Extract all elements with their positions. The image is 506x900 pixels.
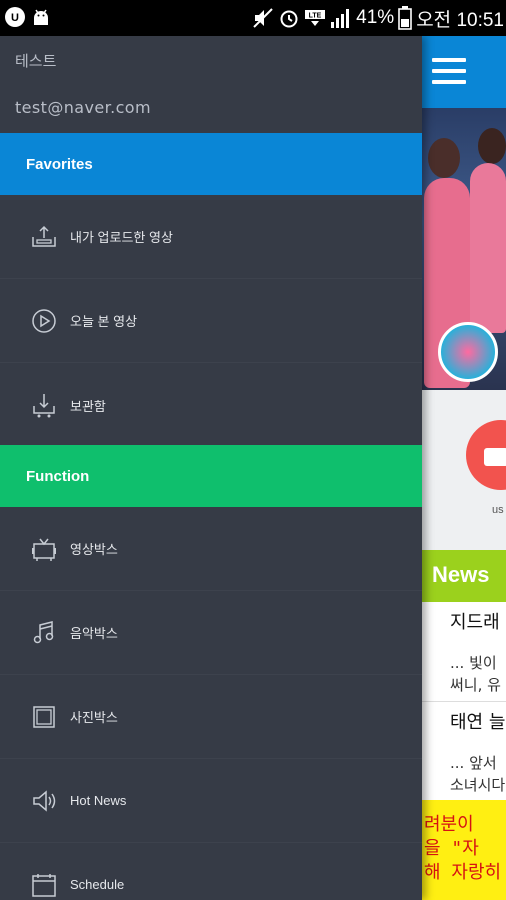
news-item[interactable]: 지드래 ... 빛이 써니, 유 [422,602,506,702]
app-toolbar [422,36,506,108]
banner-badge [438,322,498,382]
news-header: News [422,550,506,602]
section-function: Function [0,445,422,507]
menu-item-watched-today[interactable]: 오늘 본 영상 [0,279,422,363]
promo-line: 려분이 [424,814,474,835]
calendar-icon [30,871,58,899]
news-item-snippet: ... 앞서 [450,754,497,772]
banner-image[interactable] [422,108,506,390]
section-title: Favorites [26,155,93,173]
promo-line: 해 자랑히 [424,862,502,883]
play-circle-icon [30,307,58,335]
section-favorites: Favorites [0,133,422,195]
speaker-icon [30,787,58,815]
menu-item-label: Schedule [70,877,125,892]
menu-item-label: 영상박스 [70,542,118,557]
battery-percent: 41% [356,7,395,28]
svg-text:LTE: LTE [309,13,322,20]
menu-item-hot-news[interactable]: Hot News [0,759,422,843]
upload-icon [30,223,58,251]
menu-item-label: 사진박스 [70,710,118,725]
menu-item-label: 음악박스 [70,626,118,641]
menu-item-music-box[interactable]: 음악박스 [0,591,422,675]
news-item-snippet: 소녀시다 [450,776,506,794]
camera-section: us [422,390,506,550]
menu-item-label: Hot News [70,793,127,808]
news-item-title: 태연 늘 [450,712,506,733]
svg-text:U: U [11,12,19,24]
news-title: News [432,562,490,587]
menu-icon[interactable] [432,58,466,86]
alarm-icon [280,10,298,28]
menu-item-video-box[interactable]: 영상박스 [0,507,422,591]
menu-item-label: 보관함 [70,398,106,414]
section-title: Function [26,467,90,485]
news-item-title: 지드래 [450,612,500,633]
user-name: 테스트 [15,52,57,70]
user-email: test@naver.com [15,98,151,117]
status-bar: U LTE 41% 오전 10:51 [0,0,506,36]
promo-box[interactable]: 려분이 을 "자 해 자랑히 [422,800,506,900]
battery-icon [398,6,413,30]
menu-item-label: 오늘 본 영상 [70,314,138,329]
background-app: us News 지드래 ... 빛이 써니, 유 태연 늘 ... 앞서 소녀시… [422,36,506,900]
signal-icon [331,9,350,28]
menu-item-storage[interactable]: 보관함 [0,363,422,447]
menu-item-photo-box[interactable]: 사진박스 [0,675,422,759]
navigation-drawer: 테스트 test@naver.com Favorites 내가 업로드한 영상 … [0,36,422,900]
news-item[interactable]: 태연 늘 ... 앞서 소녀시다 [422,702,506,802]
promo-line: 을 "자 [424,838,479,859]
clock: 오전 10:51 [416,9,504,31]
notification-app-icon: U [5,7,25,27]
mute-icon [253,8,273,28]
android-icon [34,9,48,25]
news-item-snippet: ... 빛이 [450,654,497,672]
archive-download-icon [30,391,58,419]
camera-label: us [492,504,504,516]
menu-item-my-uploads[interactable]: 내가 업로드한 영상 [0,195,422,279]
menu-item-label: 내가 업로드한 영상 [70,230,173,245]
photo-frame-icon [30,703,58,731]
camera-icon [484,448,506,466]
music-note-icon [30,619,58,647]
menu-item-schedule[interactable]: Schedule [0,843,422,900]
lte-icon: LTE [305,10,326,26]
news-item-snippet: 써니, 유 [450,676,501,694]
tv-icon [30,535,58,563]
